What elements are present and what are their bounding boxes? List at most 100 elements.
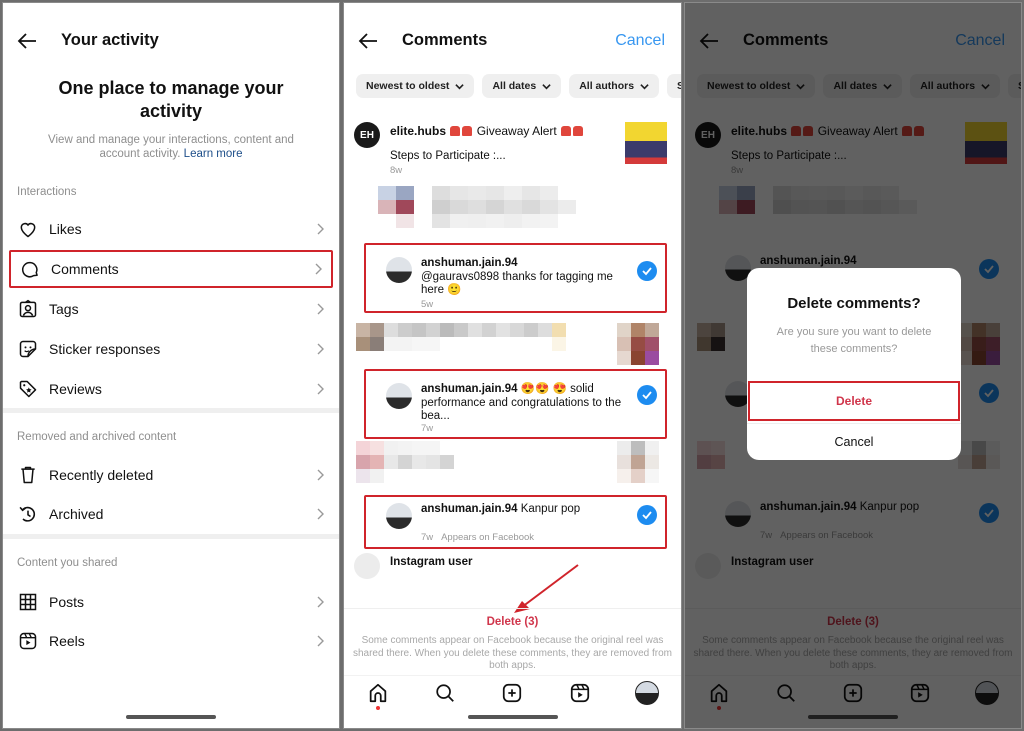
blurred-comment <box>356 323 566 351</box>
heart-icon <box>17 218 39 240</box>
menu-item-tags[interactable]: Tags <box>9 290 333 328</box>
chevron-right-icon <box>317 635 324 647</box>
menu-item-label: Sticker responses <box>49 341 161 357</box>
filter-label: Newest to oldest <box>366 80 450 92</box>
menu-item-label: Reels <box>49 633 85 649</box>
facebook-note: Some comments appear on Facebook because… <box>352 635 673 671</box>
trash-icon <box>17 464 39 486</box>
sticker-icon <box>17 338 39 360</box>
your-activity-screen: Your activity One place to manage your a… <box>2 2 340 729</box>
menu-item-sticker-responses[interactable]: Sticker responses <box>9 330 333 368</box>
dialog-cancel-button[interactable]: Cancel <box>747 423 961 459</box>
comment-time: 5w <box>421 299 434 310</box>
siren-emoji-icon <box>462 126 473 136</box>
menu-item-likes[interactable]: Likes <box>9 210 333 248</box>
comment-time: 7w <box>421 423 434 434</box>
menu-item-reviews[interactable]: Reviews <box>9 370 333 408</box>
menu-item-label: Likes <box>49 221 82 237</box>
nav-create[interactable] <box>499 680 525 706</box>
menu-item-archived[interactable]: Archived <box>9 495 333 533</box>
comment-item[interactable]: anshuman.jain.94 Kanpur pop 7w Appears o… <box>364 495 667 549</box>
chevron-right-icon <box>317 383 324 395</box>
menu-item-label: Posts <box>49 594 85 610</box>
nav-profile[interactable] <box>634 680 660 706</box>
cancel-button[interactable]: Cancel <box>615 32 665 50</box>
chevron-right-icon <box>317 508 324 520</box>
review-tag-icon <box>17 378 39 400</box>
comment-item[interactable]: anshuman.jain.94 😍😍 😍 solid performance … <box>364 369 667 439</box>
comment-item[interactable]: anshuman.jain.94 @gauravs0898 thanks for … <box>364 243 667 313</box>
comment-username: anshuman.jain.94 <box>421 503 518 515</box>
chevron-down-icon <box>455 83 465 89</box>
checkmark-icon <box>642 511 652 520</box>
section-label-content-shared: Content you shared <box>17 557 118 569</box>
reels-icon <box>17 630 39 652</box>
dialog-message: Are you sure you want to delete these co… <box>776 326 932 355</box>
checkmark-icon <box>642 267 652 276</box>
instagram-user-name: Instagram user <box>390 556 473 568</box>
filter-label: All authors <box>579 80 635 92</box>
chevron-right-icon <box>315 263 322 275</box>
selected-checkbox[interactable] <box>637 261 657 281</box>
post-item[interactable]: EH elite.hubs Giveaway Alert Steps to Pa… <box>354 120 671 180</box>
bottom-nav <box>344 675 681 710</box>
author-filter[interactable]: All authors <box>569 74 660 98</box>
comment-text: anshuman.jain.94 😍😍 😍 solid performance … <box>421 383 625 424</box>
section-divider <box>3 408 339 413</box>
post-username: elite.hubs <box>390 124 447 138</box>
siren-emoji-icon <box>573 126 584 136</box>
page-title: Your activity <box>61 31 159 49</box>
nav-search[interactable] <box>432 680 458 706</box>
menu-item-label: Tags <box>49 301 79 317</box>
menu-item-reels[interactable]: Reels <box>9 622 333 660</box>
comment-time: 7w <box>421 532 434 543</box>
confirm-delete-button[interactable]: Delete <box>748 381 960 421</box>
hero-subtitle: View and manage your interactions, conte… <box>43 133 299 161</box>
post-avatar: EH <box>354 122 380 148</box>
comment-body: Kanpur pop <box>520 503 581 515</box>
shared-filter[interactable]: Shared <box>667 74 681 98</box>
chevron-right-icon <box>317 303 324 315</box>
siren-emoji-icon <box>450 126 461 136</box>
commenter-avatar <box>386 383 412 409</box>
reels-icon <box>570 683 589 702</box>
menu-item-comments[interactable]: Comments <box>9 250 333 288</box>
nav-reels[interactable] <box>567 680 593 706</box>
nav-home[interactable] <box>365 680 391 710</box>
delete-selected-button[interactable]: Delete (3) <box>344 616 681 628</box>
blurred-thumbnail <box>617 323 659 365</box>
search-icon <box>436 683 454 702</box>
dialog-title: Delete comments? <box>787 295 921 312</box>
selected-checkbox[interactable] <box>637 505 657 525</box>
menu-item-label: Reviews <box>49 381 102 397</box>
selected-checkbox[interactable] <box>637 385 657 405</box>
hero-title-line1: One place to manage your <box>58 78 284 98</box>
menu-item-label: Archived <box>49 506 104 522</box>
date-filter[interactable]: All dates <box>482 74 562 98</box>
menu-item-recently-deleted[interactable]: Recently deleted <box>9 456 333 494</box>
notification-dot <box>375 705 380 710</box>
chevron-right-icon <box>317 223 324 235</box>
sort-filter[interactable]: Newest to oldest <box>356 74 475 98</box>
siren-emoji-icon <box>561 126 572 136</box>
comment-meta: 7w Appears on Facebook <box>421 532 534 543</box>
learn-more-link[interactable]: Learn more <box>184 148 243 160</box>
comments-screen-confirm: Comments Cancel Newest to oldest All dat… <box>684 2 1022 729</box>
menu-item-posts[interactable]: Posts <box>9 583 333 621</box>
back-arrow-icon[interactable] <box>15 29 39 53</box>
comment-text: anshuman.jain.94 Kanpur pop <box>421 503 625 517</box>
page-title: Comments <box>402 31 488 49</box>
placeholder-avatar <box>354 553 380 579</box>
blurred-comment <box>378 186 576 228</box>
comment-icon <box>19 258 41 280</box>
commenter-avatar <box>386 257 412 283</box>
section-label-removed: Removed and archived content <box>17 431 177 443</box>
section-label-interactions: Interactions <box>17 186 77 198</box>
comments-screen: Comments Cancel Newest to oldest All dat… <box>343 2 682 729</box>
back-arrow-icon[interactable] <box>356 29 380 53</box>
divider <box>344 608 681 609</box>
post-time: 8w <box>390 165 403 176</box>
chevron-right-icon <box>317 596 324 608</box>
plus-square-icon <box>503 683 522 702</box>
post-thumbnail <box>625 122 667 164</box>
